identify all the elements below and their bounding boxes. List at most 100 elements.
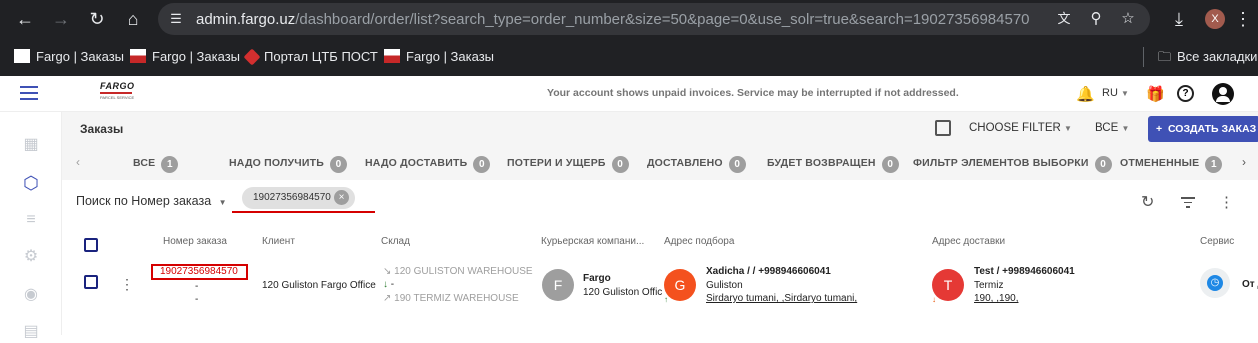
tab-all[interactable]: ВСЕ 1 [133, 156, 179, 173]
page-favicon-icon [14, 49, 30, 63]
filter-list-icon[interactable] [1181, 197, 1195, 208]
all-bookmarks-button[interactable]: 🗀 Все закладки [1158, 48, 1257, 66]
tab-will-be-returned[interactable]: БУДЕТ ВОЗВРАЩЕН 0 [767, 156, 899, 173]
home-icon[interactable]: ⌂ [122, 8, 144, 30]
tab-to-pickup[interactable]: НАДО ПОЛУЧИТЬ 0 [229, 156, 347, 173]
column-warehouse[interactable]: Склад [381, 236, 410, 247]
clock-icon: ◷ [1207, 275, 1223, 291]
downloads-icon[interactable]: ⤓ [1168, 8, 1190, 30]
forward-icon[interactable]: → [50, 8, 72, 30]
tab-filter-selection[interactable]: ФИЛЬТР ЭЛЕМЕНТОВ ВЫБОРКИ 0 [913, 156, 1112, 173]
row-checkbox[interactable] [84, 275, 98, 289]
delivery-avatar: T [932, 269, 964, 301]
refresh-icon[interactable]: ↻ [1141, 192, 1154, 212]
tab-count-badge: 0 [611, 156, 629, 173]
tab-delivered[interactable]: ДОСТАВЛЕНО 0 [647, 156, 746, 173]
courier-office: 120 Guliston Offic [583, 287, 663, 298]
plus-icon: + [1156, 123, 1163, 135]
chevron-down-icon: ▼ [1121, 124, 1130, 133]
tabs-scroll-left-icon[interactable]: ‹ [76, 155, 80, 169]
tab-count-badge: 1 [1205, 156, 1223, 173]
help-icon[interactable]: ? [1177, 85, 1194, 102]
status-tabs: ‹ ВСЕ 1 НАДО ПОЛУЧИТЬ 0 НАДО ДОСТАВИТЬ 0 ПО… [62, 146, 1258, 180]
delivery-city: Termiz [974, 280, 1004, 291]
chevron-down-icon: ▼ [218, 198, 227, 207]
globe-icon[interactable]: ◉ [20, 284, 42, 306]
tab-count-badge: 0 [473, 156, 491, 173]
orders-box-icon[interactable]: ⬡ [20, 172, 42, 194]
tab-count-badge: 1 [161, 156, 179, 173]
order-number-link[interactable]: 19027356984570 [160, 266, 238, 277]
tabs-scroll-right-icon[interactable]: › [1242, 155, 1246, 169]
warehouse-from: ↘ 120 GULISTON WAREHOUSE [383, 266, 533, 277]
column-order-number[interactable]: Номер заказа [163, 236, 227, 247]
column-client[interactable]: Клиент [262, 236, 295, 247]
print-icon[interactable] [935, 120, 951, 136]
red-underline-annotation [232, 211, 375, 213]
notifications-bell-icon[interactable]: 🔔 [1076, 85, 1095, 103]
order-sub-value: - [195, 281, 199, 292]
tab-lost-damaged[interactable]: ПОТЕРИ И УЩЕРБ 0 [507, 156, 629, 173]
row-actions-icon[interactable]: ⋮ [120, 276, 134, 293]
bookmark-item[interactable]: Fargo | Заказы [130, 48, 240, 66]
fargo-favicon-icon [130, 49, 146, 63]
tab-count-badge: 0 [881, 156, 899, 173]
reload-icon[interactable]: ↻ [86, 8, 108, 30]
page-toolbar: Заказы CHOOSE FILTER ▼ ВСЕ ▼ + СОЗДАТЬ З… [62, 112, 1258, 146]
cube-favicon-icon [243, 48, 261, 66]
fargo-favicon-icon [384, 49, 400, 63]
tab-count-badge: 0 [1094, 156, 1112, 173]
tab-count-badge: 0 [728, 156, 746, 173]
dashboard-icon[interactable]: ▦ [20, 134, 42, 156]
translate-icon[interactable]: 文 [1054, 9, 1074, 29]
delivery-icon[interactable]: ⚙ [20, 246, 42, 268]
warehouse-to: ↗ 190 TERMIZ WAREHOUSE [383, 293, 519, 304]
choose-filter-dropdown[interactable]: CHOOSE FILTER ▼ [969, 122, 1072, 134]
tab-count-badge: 0 [329, 156, 347, 173]
warehouse-current: ↓ - [383, 279, 395, 290]
language-selector[interactable]: RU ▼ [1102, 87, 1129, 99]
arrow-down-icon: ↓ [383, 279, 388, 290]
bookmark-star-icon[interactable]: ☆ [1118, 9, 1138, 29]
zoom-icon[interactable]: ⚲ [1086, 9, 1106, 29]
chevron-down-icon: ▼ [1120, 89, 1129, 98]
folder-icon: 🗀 [1158, 49, 1172, 64]
tab-to-deliver[interactable]: НАДО ДОСТАВИТЬ 0 [365, 156, 491, 173]
account-avatar-icon[interactable] [1212, 83, 1234, 105]
site-settings-icon[interactable]: ☰ [166, 9, 186, 29]
tab-cancelled[interactable]: ОТМЕНЕННЫЕ 1 [1120, 156, 1223, 173]
arrow-out-icon: ↗ [383, 293, 392, 304]
app-header: FARGO PARCEL SERVICE Your account shows … [0, 76, 1258, 112]
delivery-address[interactable]: 190, ,190, [974, 293, 1018, 304]
search-type-select[interactable]: Поиск по Номер заказа ▼ [76, 194, 227, 208]
hamburger-menu-icon[interactable] [20, 86, 38, 100]
column-delivery-address[interactable]: Адрес доставки [932, 236, 1005, 247]
billing-icon[interactable]: ▤ [20, 321, 42, 343]
fargo-logo[interactable]: FARGO PARCEL SERVICE [100, 81, 135, 100]
tune-icon[interactable]: ≡ [20, 209, 42, 231]
profile-avatar[interactable]: X [1205, 9, 1225, 29]
url-text[interactable]: admin.fargo.uz/dashboard/order/list?sear… [196, 11, 1030, 28]
chip-remove-icon[interactable]: × [334, 190, 349, 205]
more-options-icon[interactable]: ⋮ [1219, 193, 1234, 211]
select-all-checkbox[interactable] [84, 238, 98, 252]
page-title: Заказы [80, 122, 124, 136]
bookmark-item[interactable]: Портал ЦТБ ПОСТ [243, 48, 378, 66]
column-service[interactable]: Сервис [1200, 236, 1234, 247]
browser-menu-icon[interactable]: ⋮ [1232, 8, 1254, 30]
pickup-address[interactable]: Sirdaryo tumani, ,Sirdaryo tumani, [706, 293, 857, 304]
create-order-button[interactable]: + СОЗДАТЬ ЗАКАЗ [1148, 116, 1258, 142]
chevron-down-icon: ▼ [1064, 124, 1072, 133]
browser-toolbar: ← → ↻ ⌂ ☰ admin.fargo.uz/dashboard/order… [0, 0, 1258, 38]
status-select[interactable]: ВСЕ ▼ [1095, 122, 1129, 134]
address-bar[interactable]: ☰ admin.fargo.uz/dashboard/order/list?se… [158, 3, 1150, 35]
column-pickup-address[interactable]: Адрес подбора [664, 236, 734, 247]
back-icon[interactable]: ← [14, 8, 36, 30]
url-path: /dashboard/order/list?search_type=order_… [295, 11, 1030, 28]
pickup-contact: Xadicha / / +998946606041 [706, 266, 831, 277]
gift-icon[interactable]: 🎁 [1146, 85, 1165, 103]
column-courier[interactable]: Курьерская компани... [541, 236, 644, 247]
search-chip[interactable]: 19027356984570 × [242, 187, 355, 209]
bookmark-item[interactable]: Fargo | Заказы [14, 48, 124, 66]
bookmark-item[interactable]: Fargo | Заказы [384, 48, 494, 66]
